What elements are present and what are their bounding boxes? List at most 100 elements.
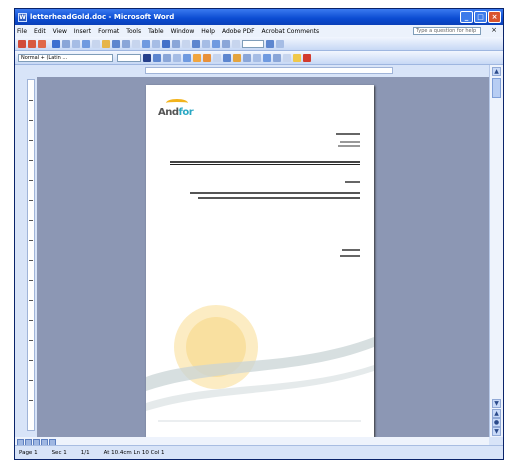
document-map-icon[interactable] [222, 39, 230, 48]
new-icon[interactable] [18, 39, 26, 48]
italic-icon[interactable] [153, 53, 161, 62]
menu-format[interactable]: Format [98, 28, 119, 35]
greeting-text [345, 181, 360, 183]
insert-excel-icon[interactable] [192, 39, 200, 48]
body-line-1 [190, 192, 360, 194]
word-window: W letterheadGold.doc - Microsoft Word _ … [14, 8, 504, 460]
formatting-toolbar: Normal + (Latin ... [15, 51, 503, 65]
company-logo: Andfor [158, 99, 208, 121]
insert-table-icon[interactable] [182, 39, 190, 48]
recipient-name-text [336, 133, 360, 135]
minimize-button[interactable]: _ [460, 11, 473, 23]
window-title: letterheadGold.doc - Microsoft Word [30, 13, 175, 21]
select-browse-object-icon[interactable]: ● [492, 418, 501, 427]
font-color-icon[interactable] [303, 53, 311, 62]
body-line-2 [198, 197, 360, 199]
center-icon[interactable] [183, 53, 191, 62]
previous-page-icon[interactable]: ▲ [492, 409, 501, 418]
drawing-icon[interactable] [212, 39, 220, 48]
status-position: At 10.4cm Ln 10 Col 1 [103, 449, 165, 456]
align-left-icon[interactable] [173, 53, 181, 62]
increase-indent-icon[interactable] [273, 53, 281, 62]
style-select[interactable]: Normal + (Latin ... [18, 53, 113, 62]
maximize-button[interactable]: □ [474, 11, 487, 23]
status-section: Sec 1 [51, 449, 67, 456]
show-hide-icon[interactable] [232, 39, 240, 48]
decrease-indent-icon[interactable] [263, 53, 271, 62]
outside-border-icon[interactable] [283, 53, 291, 62]
word-app-icon[interactable]: W [18, 12, 27, 22]
title-bar[interactable]: W letterheadGold.doc - Microsoft Word _ … [15, 9, 503, 25]
ltr-icon[interactable] [233, 53, 241, 62]
signature-line-2 [340, 255, 360, 257]
close-button[interactable]: × [488, 11, 501, 23]
bold-icon[interactable] [143, 53, 151, 62]
highlight-icon[interactable] [293, 53, 301, 62]
menu-bar: File Edit View Insert Format Tools Table… [15, 25, 503, 37]
menu-table[interactable]: Table [148, 28, 164, 35]
redo-icon[interactable] [152, 39, 160, 48]
help-icon[interactable] [266, 39, 274, 48]
doc-close-icon[interactable]: × [491, 26, 497, 34]
status-bar: Page 1 Sec 1 1/1 At 10.4cm Ln 10 Col 1 [15, 445, 503, 459]
font-size-select[interactable] [117, 53, 141, 62]
letterhead-graphic [146, 305, 374, 422]
copy-icon[interactable] [112, 39, 120, 48]
line-spacing-icon[interactable] [213, 53, 221, 62]
rtl-icon[interactable] [223, 53, 231, 62]
subject-line [170, 161, 360, 163]
menu-window[interactable]: Window [171, 28, 195, 35]
recipient-line-2 [338, 145, 360, 147]
paste-icon[interactable] [122, 39, 130, 48]
bullets-icon[interactable] [253, 53, 261, 62]
logo-brand-accent: for [178, 107, 194, 118]
format-painter-icon[interactable] [132, 39, 140, 48]
hyperlink-icon[interactable] [162, 39, 170, 48]
underline-icon[interactable] [163, 53, 171, 62]
menu-edit[interactable]: Edit [34, 28, 46, 35]
scroll-up-icon[interactable]: ▲ [492, 67, 501, 76]
undo-icon[interactable] [142, 39, 150, 48]
zoom-select[interactable] [242, 39, 264, 48]
open-icon[interactable] [28, 39, 36, 48]
logo-arc-icon [166, 99, 188, 107]
menu-acrobat-comments[interactable]: Acrobat Comments [262, 28, 320, 35]
read-icon[interactable] [276, 39, 284, 48]
recipient-line-1 [340, 141, 360, 143]
print-preview-icon[interactable] [72, 39, 80, 48]
logo-brand-main: And [158, 107, 179, 118]
permission-icon[interactable] [52, 39, 60, 48]
columns-icon[interactable] [202, 39, 210, 48]
standard-toolbar [15, 37, 503, 51]
scroll-down-icon[interactable]: ▼ [492, 399, 501, 408]
status-page-of: 1/1 [80, 449, 90, 456]
document-area[interactable]: Andfor [37, 77, 489, 437]
tables-borders-icon[interactable] [172, 39, 180, 48]
align-right-icon[interactable] [193, 53, 201, 62]
vertical-scrollbar[interactable]: ▲ ▼ ▲ ● ▼ [489, 65, 503, 437]
justify-icon[interactable] [203, 53, 211, 62]
window-controls: _ □ × [460, 11, 501, 23]
ruler-scale [145, 67, 393, 74]
menu-insert[interactable]: Insert [74, 28, 91, 35]
numbering-icon[interactable] [243, 53, 251, 62]
menu-view[interactable]: View [53, 28, 67, 35]
subject-underline [170, 164, 360, 165]
status-page: Page 1 [19, 449, 38, 456]
research-icon[interactable] [92, 39, 100, 48]
horizontal-ruler[interactable] [15, 65, 503, 76]
scroll-thumb[interactable] [492, 78, 501, 98]
menu-help[interactable]: Help [201, 28, 215, 35]
next-page-icon[interactable]: ▼ [492, 427, 501, 436]
help-search-input[interactable]: Type a question for help [413, 27, 481, 35]
menu-file[interactable]: File [17, 28, 27, 35]
menu-adobe-pdf[interactable]: Adobe PDF [222, 28, 255, 35]
save-icon[interactable] [38, 39, 46, 48]
menu-tools[interactable]: Tools [126, 28, 141, 35]
signature-line-1 [342, 249, 360, 251]
print-icon[interactable] [62, 39, 70, 48]
document-page[interactable]: Andfor [146, 85, 374, 437]
vertical-ruler[interactable] [27, 79, 35, 431]
spelling-icon[interactable] [82, 39, 90, 48]
cut-icon[interactable] [102, 39, 110, 48]
